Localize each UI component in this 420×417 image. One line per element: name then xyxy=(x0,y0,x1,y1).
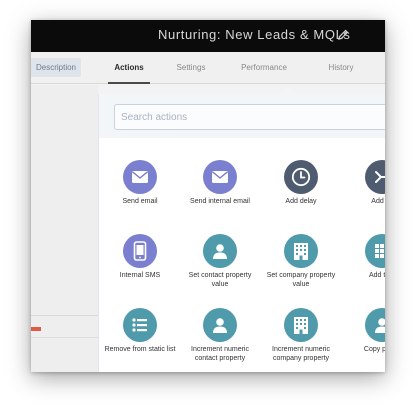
tab-bar: Description Actions Settings Performance… xyxy=(31,52,385,84)
search-area xyxy=(99,94,385,138)
tab-history[interactable]: History xyxy=(321,52,361,84)
action-label: Add Br xyxy=(371,198,385,205)
grid-icon xyxy=(365,234,385,268)
action-label: Set company property value xyxy=(266,272,336,288)
action-label: Increment numeric contact property xyxy=(191,346,249,362)
action-send-email[interactable]: Send email xyxy=(101,160,179,230)
envelope-icon xyxy=(123,160,157,194)
action-add-delay[interactable]: Add delay xyxy=(262,160,340,230)
actions-popover: Send email Send internal email Add delay Ad… xyxy=(98,86,385,372)
workflow-editor-window: Nurturing: New Leads & MQLs Description … xyxy=(31,20,385,372)
divider xyxy=(31,315,98,316)
action-add-br[interactable]: Add Br xyxy=(343,160,385,230)
action-label: Internal SMS xyxy=(119,272,161,279)
tab-description[interactable]: Description xyxy=(31,58,81,77)
workflow-title[interactable]: Nurturing: New Leads & MQLs xyxy=(158,27,351,42)
building-icon xyxy=(284,234,318,268)
person-icon xyxy=(203,234,237,268)
tab-performance[interactable]: Performance xyxy=(235,52,293,84)
action-label: Send internal email xyxy=(190,198,250,205)
action-increment-numeric-company-property[interactable]: Increment numeric company property xyxy=(262,308,340,372)
action-set-contact-property-value[interactable]: Set contact property value xyxy=(181,234,259,304)
envelope-icon xyxy=(203,160,237,194)
workflow-canvas xyxy=(31,85,98,372)
building-icon xyxy=(284,308,318,342)
action-label: Add delay xyxy=(285,198,317,205)
phone-icon xyxy=(123,234,157,268)
header-bar: Nurturing: New Leads & MQLs xyxy=(31,20,385,52)
error-marker xyxy=(31,327,41,331)
action-internal-sms[interactable]: Internal SMS xyxy=(101,234,179,304)
search-actions-input[interactable] xyxy=(114,104,385,130)
person-icon xyxy=(203,308,237,342)
action-label: Remove from static list xyxy=(104,346,176,353)
action-label: Send email xyxy=(122,198,158,205)
action-label: Set contact property value xyxy=(188,272,252,288)
clock-icon xyxy=(284,160,318,194)
action-label: Add to a xyxy=(368,272,385,279)
action-label: Copy prope xyxy=(363,346,385,353)
pencil-icon[interactable] xyxy=(337,28,349,42)
action-set-company-property-value[interactable]: Set company property value xyxy=(262,234,340,304)
branch-icon xyxy=(365,160,385,194)
action-increment-numeric-contact-property[interactable]: Increment numeric contact property xyxy=(181,308,259,372)
action-copy-prope[interactable]: Copy prope xyxy=(343,308,385,372)
action-send-internal-email[interactable]: Send internal email xyxy=(181,160,259,230)
action-remove-from-static-list[interactable]: Remove from static list xyxy=(101,308,179,372)
action-add-to-a[interactable]: Add to a xyxy=(343,234,385,304)
person-icon xyxy=(365,308,385,342)
list-icon xyxy=(123,308,157,342)
divider xyxy=(31,337,98,338)
tab-settings[interactable]: Settings xyxy=(171,52,211,84)
action-label: Increment numeric company property xyxy=(272,346,330,362)
tab-actions[interactable]: Actions xyxy=(108,52,150,84)
